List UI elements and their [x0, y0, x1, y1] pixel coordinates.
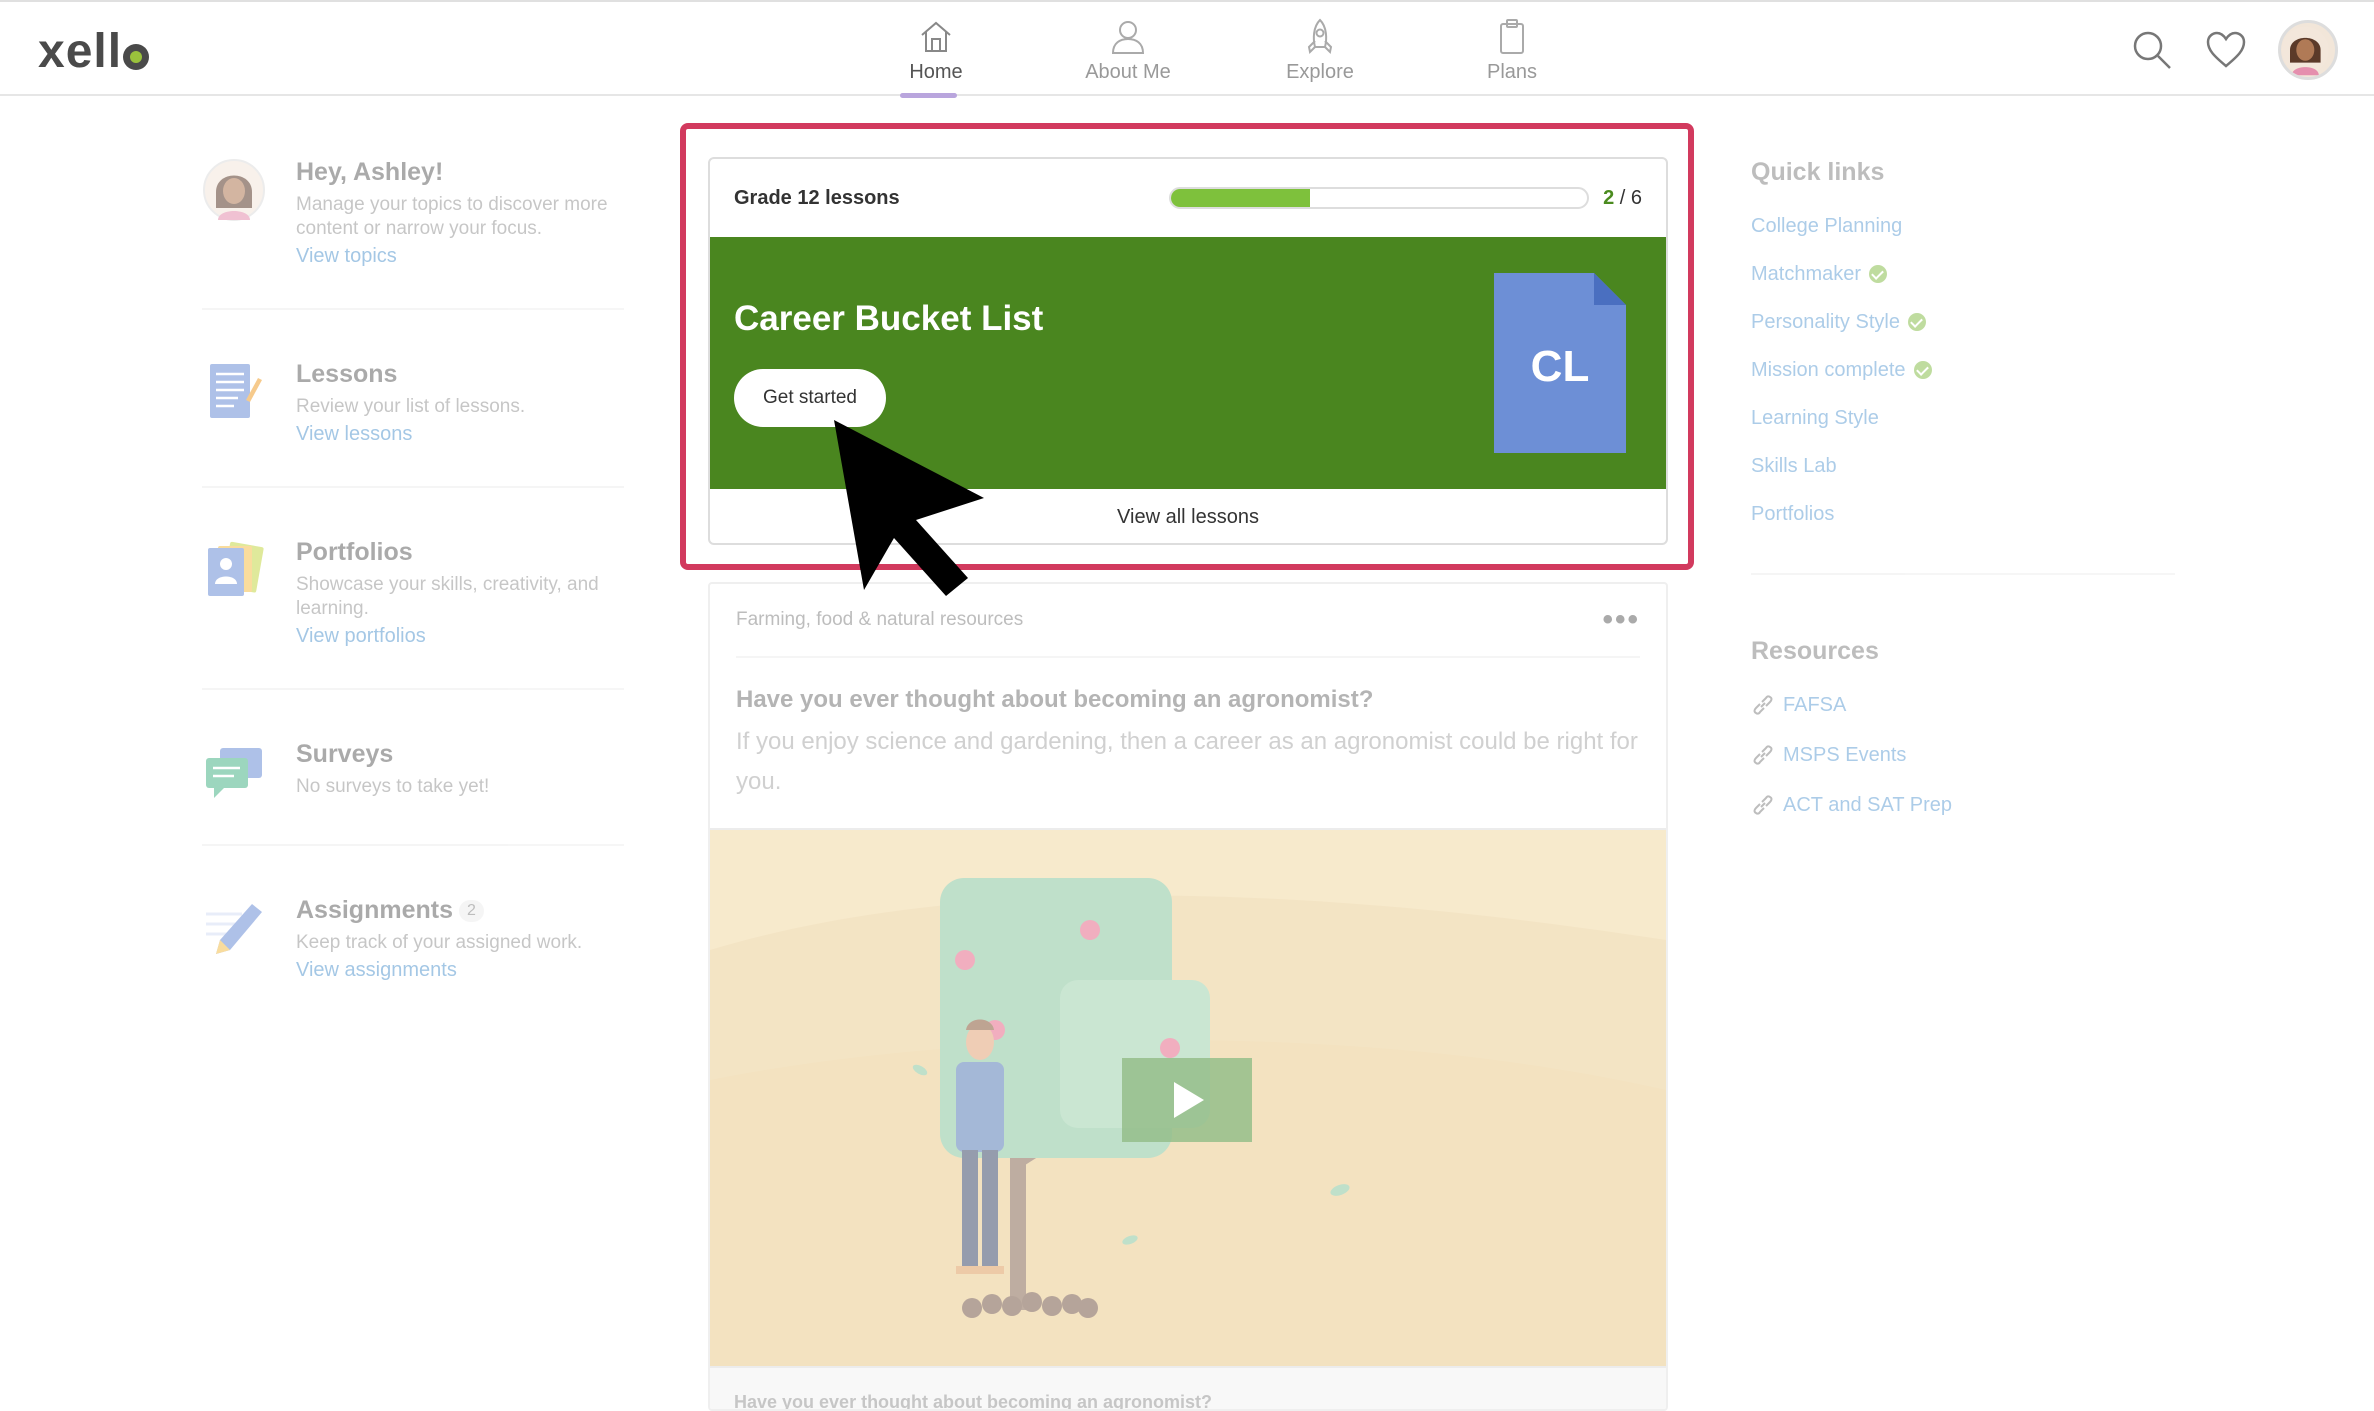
lessons-title: Lessons	[296, 360, 398, 388]
progress-current: 2	[1603, 186, 1615, 209]
rocket-icon	[1307, 18, 1333, 54]
quick-link-learning-style[interactable]: Learning Style	[1751, 407, 2175, 429]
lesson-title: Career Bucket List	[734, 299, 1044, 338]
resource-link-fafsa[interactable]: FAFSA	[1751, 694, 2175, 716]
header-actions	[2130, 20, 2338, 80]
progress-count: 2 / 6	[1603, 187, 1642, 210]
assignments-desc: Keep track of your assigned work.	[296, 932, 583, 953]
portfolio-icon	[208, 541, 264, 596]
lesson-doc-abbrev: CL	[1531, 342, 1590, 391]
greeting-title: Hey, Ashley!	[296, 158, 444, 186]
portfolios-title: Portfolios	[296, 538, 413, 566]
surveys-title: Surveys	[296, 740, 394, 768]
quick-links-title: Quick links	[1751, 158, 1885, 186]
mouse-cursor-icon	[834, 420, 984, 596]
nav-home[interactable]: Home	[840, 2, 1032, 98]
assignments-title-row: Assignments 2	[296, 896, 582, 925]
assignments-title: Assignments	[296, 896, 453, 924]
resource-label: FAFSA	[1783, 693, 1847, 716]
chat-bubbles-icon	[206, 748, 262, 798]
nav-plans[interactable]: Plans	[1416, 2, 1608, 98]
nav-home-label: Home	[909, 60, 963, 83]
view-topics-link[interactable]: View topics	[296, 245, 624, 268]
progress-total: 6	[1630, 186, 1642, 209]
check-icon	[1907, 313, 1926, 331]
lessons-card-title: Grade 12 lessons	[734, 186, 900, 209]
feed-card-body: Have you ever thought about becoming an …	[710, 658, 1666, 828]
link-icon	[1753, 795, 1773, 815]
quick-link-college-planning[interactable]: College Planning	[1751, 215, 2175, 237]
left-sidebar: Hey, Ashley! Manage your topics to disco…	[202, 150, 624, 1064]
lessons-card-header: Grade 12 lessons 2 / 6	[710, 159, 1666, 237]
clipboard-icon	[1500, 18, 1524, 54]
view-portfolios-link[interactable]: View portfolios	[296, 625, 624, 648]
avatar-illustration	[2281, 26, 2329, 76]
quick-link-label: Skills Lab	[1751, 454, 1837, 477]
check-icon	[1913, 361, 1932, 379]
check-icon	[1869, 265, 1888, 283]
main-nav: Home About Me Explore Plans	[840, 2, 1608, 98]
greeting-desc: Manage your topics to discover more cont…	[296, 194, 608, 239]
nav-plans-label: Plans	[1486, 60, 1538, 83]
video-player[interactable]	[710, 828, 1666, 1366]
quick-link-skills-lab[interactable]: Skills Lab	[1751, 455, 2175, 477]
resource-label: MSPS Events	[1783, 743, 1907, 766]
top-navigation-bar: xell Home About Me Explore Plans	[0, 0, 2374, 98]
xello-logo[interactable]: xell	[38, 24, 150, 79]
lesson-document-icon: CL	[1494, 273, 1626, 453]
resource-link-act-sat-prep[interactable]: ACT and SAT Prep	[1751, 794, 2175, 816]
greeting-section: Hey, Ashley! Manage your topics to disco…	[202, 150, 624, 310]
quick-link-label: College Planning	[1751, 214, 1903, 237]
resources-title: Resources	[1751, 637, 1879, 665]
person-icon	[1111, 20, 1145, 54]
lessons-section: Lessons Review your list of lessons. Vie…	[202, 352, 624, 488]
career-feed-card: Farming, food & natural resources ••• Ha…	[708, 582, 1668, 1411]
nav-about-me-label: About Me	[1085, 60, 1171, 83]
progress-bar	[1169, 187, 1590, 209]
feed-category: Farming, food & natural resources	[736, 609, 1024, 630]
user-avatar[interactable]	[2278, 20, 2338, 80]
agronomist-video-thumbnail	[710, 878, 1666, 1366]
search-icon[interactable]	[2130, 28, 2174, 72]
right-sidebar: Quick links College Planning Matchmaker …	[1751, 158, 2175, 844]
quick-link-label: Learning Style	[1751, 406, 1879, 429]
progress-separator: /	[1614, 186, 1631, 209]
lessons-desc: Review your list of lessons.	[296, 396, 526, 417]
feed-description: If you enjoy science and gardening, then…	[736, 728, 1638, 795]
assignments-count-badge: 2	[458, 900, 484, 923]
link-icon	[1753, 695, 1773, 715]
quick-link-matchmaker[interactable]: Matchmaker	[1751, 263, 2175, 285]
nav-explore-label: Explore	[1286, 60, 1354, 83]
lessons-progress: 2 / 6	[1169, 187, 1642, 210]
view-lessons-link[interactable]: View lessons	[296, 423, 525, 446]
heart-icon[interactable]	[2204, 28, 2248, 72]
feed-heading: Have you ever thought about becoming an …	[736, 686, 1374, 713]
quick-link-label: Matchmaker	[1751, 262, 1862, 285]
assignments-section: Assignments 2 Keep track of your assigned…	[202, 888, 624, 1022]
feed-card-footer[interactable]: Have you ever thought about becoming an …	[710, 1366, 1666, 1409]
quick-link-personality-style[interactable]: Personality Style	[1751, 311, 2175, 333]
view-assignments-link[interactable]: View assignments	[296, 959, 582, 982]
quick-link-label: Portfolios	[1751, 502, 1835, 525]
resource-link-msps-events[interactable]: MSPS Events	[1751, 744, 2175, 766]
link-icon	[1753, 745, 1773, 765]
pencil-icon	[206, 904, 262, 954]
lessons-document-icon	[210, 364, 262, 418]
portfolios-desc: Showcase your skills, creativity, and le…	[296, 574, 599, 619]
surveys-section: Surveys No surveys to take yet!	[202, 732, 624, 846]
nav-about-me[interactable]: About Me	[1032, 2, 1224, 98]
user-avatar-small	[203, 159, 265, 221]
progress-fill	[1171, 189, 1310, 207]
quick-link-label: Mission complete	[1751, 358, 1906, 381]
home-icon	[921, 21, 951, 52]
surveys-desc: No surveys to take yet!	[296, 776, 490, 797]
resource-label: ACT and SAT Prep	[1783, 793, 1952, 816]
quick-link-label: Personality Style	[1751, 310, 1900, 333]
portfolios-section: Portfolios Showcase your skills, creativ…	[202, 530, 624, 690]
nav-explore[interactable]: Explore	[1224, 2, 1416, 98]
quick-link-portfolios[interactable]: Portfolios	[1751, 503, 2175, 525]
quick-link-mission-complete[interactable]: Mission complete	[1751, 359, 2175, 381]
more-options-icon[interactable]: •••	[1602, 603, 1640, 637]
right-divider	[1751, 573, 2175, 575]
